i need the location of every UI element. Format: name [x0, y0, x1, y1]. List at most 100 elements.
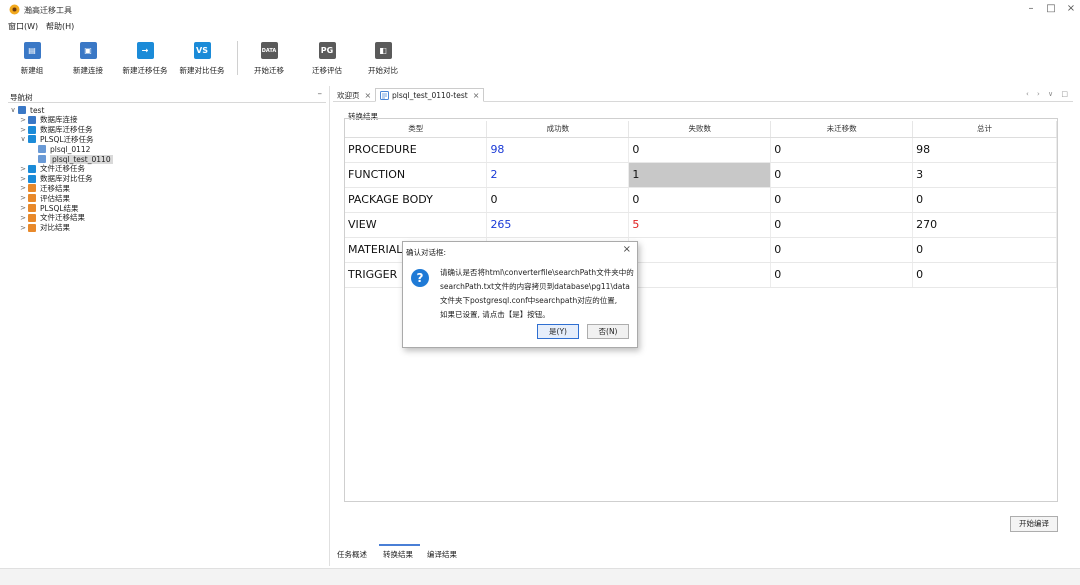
tree-item-label: test: [30, 105, 45, 115]
table-cell[interactable]: 0: [628, 187, 772, 213]
tree-node-icon: [18, 106, 26, 114]
yes-button[interactable]: 是(Y): [537, 324, 579, 339]
tree-item-label: plsql_0112: [50, 144, 91, 154]
dialog-line: 请确认是否将html\converterfile\searchPath文件夹中的: [440, 268, 634, 277]
close-tab-icon[interactable]: ×: [473, 91, 480, 100]
maximize-icon[interactable]: □: [1044, 3, 1058, 15]
dialog-line: 文件夹下postgresql.conf中searchpath对应的位置,: [440, 296, 618, 305]
table-cell[interactable]: 0: [770, 187, 914, 213]
close-tab-icon[interactable]: ×: [365, 91, 372, 100]
table-row[interactable]: PROCEDURE 98 0 0 98: [345, 137, 1057, 163]
menu-window[interactable]: 窗口(W): [8, 21, 38, 32]
tree-node-icon: [28, 184, 36, 193]
tab-conversion-result[interactable]: 转换结果: [379, 544, 420, 560]
nav-tree-title: 导航树: [10, 93, 33, 102]
tab-label: 欢迎页: [337, 90, 360, 100]
start-migration-button[interactable]: DATA 开始迁移: [241, 34, 297, 76]
table-cell[interactable]: 98: [912, 137, 1057, 163]
chevron-icon[interactable]: >: [18, 184, 28, 192]
table-cell[interactable]: 0: [486, 187, 630, 213]
tab-plsql-test[interactable]: plsql_test_0110-test ×: [375, 88, 485, 102]
migration-assess-button[interactable]: PG 迁移评估: [299, 34, 355, 76]
chevron-icon[interactable]: >: [18, 126, 28, 134]
table-cell[interactable]: 5: [628, 212, 772, 238]
toolbar-label: 迁移评估: [312, 66, 342, 75]
editor-tabs: 欢迎页 × plsql_test_0110-test × ‹ › ∨ □: [333, 88, 1073, 102]
chevron-icon[interactable]: >: [18, 224, 28, 232]
tree-node-icon: [38, 155, 46, 163]
column-header[interactable]: 成功数: [486, 121, 630, 138]
chevron-icon[interactable]: >: [18, 165, 28, 173]
close-icon[interactable]: ×: [623, 244, 631, 255]
tab-task-overview[interactable]: 任务概述: [337, 549, 367, 560]
toolbar: ▤ 新建组 ▣ 新建连接 → 新建迁移任务 VS 新建对比任务 DATA 开始迁移 PG 迁移评估 ◧ 开…: [0, 34, 1080, 80]
no-button[interactable]: 否(N): [587, 324, 629, 339]
table-cell[interactable]: 1: [628, 162, 772, 188]
menu-help[interactable]: 帮助(H): [46, 21, 74, 32]
minimize-panel-icon[interactable]: –: [318, 89, 323, 99]
chevron-icon[interactable]: ∨: [18, 135, 28, 143]
start-migration-icon: DATA: [260, 42, 278, 59]
tree-node-icon: [28, 135, 36, 144]
tree-item[interactable]: plsql_0112: [28, 144, 90, 154]
chevron-icon[interactable]: >: [18, 204, 28, 212]
table-cell[interactable]: [628, 262, 772, 288]
table-cell[interactable]: 0: [912, 187, 1057, 213]
window-title: 瀚高迁移工具: [24, 6, 72, 15]
tab-controls[interactable]: ‹ › ∨ □: [1026, 90, 1071, 98]
tree-item[interactable]: > 对比结果: [18, 223, 70, 233]
column-header[interactable]: 未迁移数: [770, 121, 914, 138]
start-compile-button[interactable]: 开始编译: [1010, 516, 1058, 532]
bottom-tabs: 任务概述 转换结果 编译结果: [333, 543, 1073, 563]
tree-item[interactable]: ∨ PLSQL迁移任务: [18, 134, 93, 144]
table-cell[interactable]: 0: [770, 237, 914, 263]
table-cell[interactable]: 265: [486, 212, 630, 238]
table-cell[interactable]: 3: [912, 162, 1057, 188]
column-header[interactable]: 总计: [912, 121, 1057, 138]
tab-compile-result[interactable]: 编译结果: [427, 549, 457, 560]
table-cell[interactable]: 0: [770, 262, 914, 288]
chevron-icon[interactable]: >: [18, 116, 28, 124]
table-row[interactable]: VIEW 265 5 0 270: [345, 212, 1057, 238]
app-logo-icon: [9, 4, 20, 15]
table-row[interactable]: PACKAGE BODY 0 0 0 0: [345, 187, 1057, 213]
table-cell[interactable]: 0: [912, 262, 1057, 288]
new-connection-button[interactable]: ▣ 新建连接: [60, 34, 116, 76]
table-cell[interactable]: 0: [770, 212, 914, 238]
table-cell[interactable]: 0: [770, 162, 914, 188]
tab-welcome[interactable]: 欢迎页 ×: [333, 88, 375, 102]
column-header[interactable]: 类型: [345, 121, 488, 138]
table-cell[interactable]: 0: [770, 137, 914, 163]
tree-node-icon: [28, 194, 36, 203]
chevron-icon[interactable]: >: [18, 194, 28, 202]
dialog-line: 如果已设置, 请点击【是】按钮。: [440, 310, 550, 319]
column-header[interactable]: 失败数: [628, 121, 772, 138]
table-cell[interactable]: 98: [486, 137, 630, 163]
plsql-file-icon: [380, 90, 389, 100]
table-row[interactable]: FUNCTION 2 1 0 3: [345, 162, 1057, 188]
new-connection-icon: ▣: [79, 42, 97, 59]
tree-node-icon: [38, 145, 46, 154]
table-cell[interactable]: PROCEDURE: [345, 137, 488, 163]
menu-bar: 窗口(W) 帮助(H): [0, 19, 1080, 33]
confirm-dialog: 确认对话框: × ? 请确认是否将html\converterfile\sear…: [402, 241, 638, 348]
table-cell[interactable]: VIEW: [345, 212, 488, 238]
table-cell[interactable]: FUNCTION: [345, 162, 488, 188]
new-group-button[interactable]: ▤ 新建组: [4, 34, 60, 76]
close-icon[interactable]: ×: [1064, 3, 1078, 15]
new-compare-task-button[interactable]: VS 新建对比任务: [174, 34, 230, 76]
start-compare-button[interactable]: ◧ 开始对比: [355, 34, 411, 76]
table-cell[interactable]: 2: [486, 162, 630, 188]
table-cell[interactable]: 270: [912, 212, 1057, 238]
new-migration-task-button[interactable]: → 新建迁移任务: [117, 34, 173, 76]
table-cell[interactable]: [628, 237, 772, 263]
minimize-icon[interactable]: –: [1024, 3, 1038, 15]
table-cell[interactable]: 0: [912, 237, 1057, 263]
table-cell[interactable]: 0: [628, 137, 772, 163]
chevron-icon[interactable]: >: [18, 214, 28, 222]
tree-item[interactable]: ∨ test: [8, 105, 44, 115]
chevron-icon[interactable]: >: [18, 175, 28, 183]
chevron-icon[interactable]: ∨: [8, 106, 18, 114]
sidebar-divider: [329, 86, 330, 566]
table-cell[interactable]: PACKAGE BODY: [345, 187, 488, 213]
